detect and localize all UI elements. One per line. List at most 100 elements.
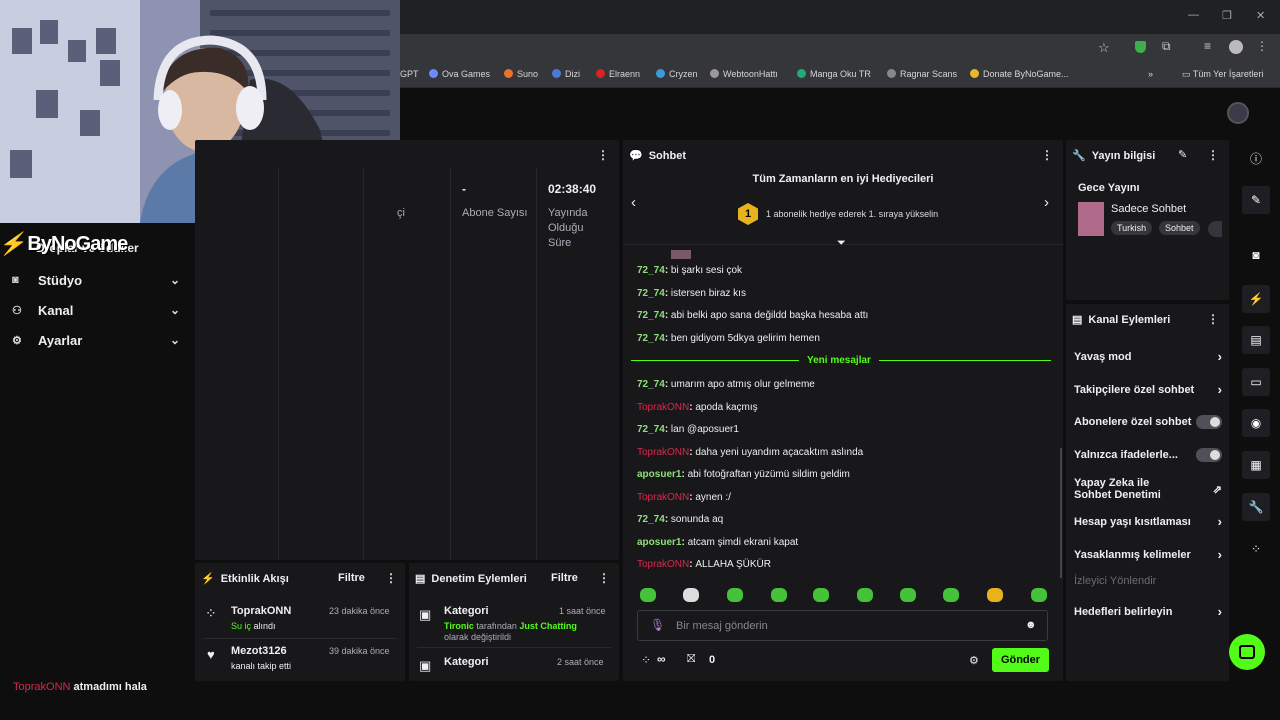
minimize-icon[interactable]: — [1188,9,1199,21]
chat-username[interactable]: ToprakONN [637,492,689,503]
chat-username[interactable]: 72_74 [637,379,665,390]
bookmark-item[interactable]: GPT [400,69,419,79]
broadcast-icon[interactable]: ◉ [1242,409,1270,437]
bookmark-favicon-icon [656,69,665,78]
camera-icon[interactable]: ◙ [1242,241,1270,269]
points-icon[interactable]: ⁘ [641,653,651,667]
bookmark-item[interactable]: Donate ByNoGame... [970,69,1069,79]
points-icon[interactable]: ⁘ [1242,535,1270,563]
emoji-icon[interactable]: ☻ [1025,619,1037,631]
browser-menu-icon[interactable]: ⋮ [1256,39,1268,53]
category-thumbnail[interactable] [1078,202,1104,236]
chat-username[interactable]: aposuer1 [637,537,681,548]
chevron-right-icon: › [1217,382,1222,397]
channel-action-item[interactable]: Yalnızca ifadelerle... [1074,448,1222,462]
emote-button[interactable] [640,588,656,602]
bookmark-item[interactable]: Ragnar Scans [887,69,957,79]
chat-username[interactable]: ToprakONN [637,402,689,413]
tag-chip[interactable]: Turkish [1111,221,1153,235]
close-icon[interactable]: ✕ [1256,9,1265,22]
sidebar-item-ayarlar[interactable]: ⚙ Ayarlar ⌄ [12,330,180,350]
chat-input[interactable]: 🎙 Bir mesaj gönderin ☻ [637,610,1048,641]
restore-icon[interactable]: ❐ [1222,9,1232,22]
emote-button[interactable] [771,588,787,602]
more-icon[interactable]: ⋮ [385,571,397,585]
chat-username[interactable]: 72_74 [637,333,665,344]
edit-icon[interactable]: ✎ [1178,148,1187,161]
more-icon[interactable]: ⋮ [1207,148,1219,162]
channel-action-item[interactable]: Hedefleri belirleyin › [1074,604,1222,619]
emote-button[interactable] [683,588,699,602]
more-icon[interactable]: ⋮ [597,148,609,162]
toggle-switch[interactable] [1196,448,1222,462]
star-icon[interactable]: ☆ [1098,40,1110,56]
microphone-icon[interactable]: 🎙 [650,618,665,632]
chat-username[interactable]: 72_74 [637,424,665,435]
notes-icon[interactable]: ▤ [1242,326,1270,354]
activity-user[interactable]: Mezot3126 [231,645,287,657]
more-icon[interactable]: ⋮ [1207,312,1219,326]
chat-bubble-icon[interactable]: ▭ [1242,368,1270,396]
chevron-right-icon[interactable]: › [1044,194,1049,211]
bookmark-item[interactable]: Elraenn [596,69,640,79]
channel-action-item[interactable]: Hesap yaşı kısıtlaması › [1074,514,1222,529]
chat-username[interactable]: ToprakONN [637,559,689,570]
emote-button[interactable] [900,588,916,602]
emote-button[interactable] [727,588,743,602]
flash-icon[interactable]: ⚡ [1242,285,1270,313]
layout-icon[interactable]: ▦ [1242,451,1270,479]
emote-button[interactable] [857,588,873,602]
info-icon[interactable]: ⓘ [1242,144,1270,172]
activity-user[interactable]: ToprakONN [231,605,291,617]
address-bar[interactable]: ☆ ⧉ ≡ ⋮ [400,34,1280,62]
bookmark-item[interactable]: Ova Games [429,69,490,79]
emote-button[interactable] [813,588,829,602]
emote-button[interactable] [987,588,1003,602]
chat-username[interactable]: aposuer1 [637,469,681,480]
chevron-left-icon[interactable]: ‹ [631,194,636,211]
chat-username[interactable]: 72_74 [637,310,665,321]
scrollbar[interactable] [1060,448,1062,578]
bookmark-item[interactable]: WebtoonHattı [710,69,778,79]
channel-action-item[interactable]: Yasaklanmış kelimeler › [1074,547,1222,562]
edit-icon[interactable]: ✎ [1242,186,1270,214]
mod-actor[interactable]: Tironic [444,621,474,631]
channel-action-item[interactable]: Yavaş mod › [1074,349,1222,364]
channel-action-item[interactable]: Abonelere özel sohbet [1074,415,1222,429]
stream-category[interactable]: Sadece Sohbet [1111,203,1186,215]
emote-button[interactable] [1031,588,1047,602]
more-icon[interactable]: ⋮ [1041,148,1053,162]
media-icon[interactable]: ≡ [1204,39,1211,53]
all-bookmarks-folder[interactable]: ▭ Tüm Yer İşaretleri [1182,69,1263,80]
bookmark-item[interactable]: Cryzen [656,69,698,79]
chat-username[interactable]: ToprakONN [637,447,689,458]
bookmark-item[interactable]: Dizi [552,69,580,79]
toggle-switch[interactable] [1196,415,1222,429]
filter-button[interactable]: Filtre [338,572,365,584]
sidebar-item-kanal[interactable]: ⚇ Kanal ⌄ [12,300,180,320]
send-button[interactable]: Gönder [992,648,1049,672]
help-chat-button[interactable] [1229,634,1265,670]
channel-avatar[interactable] [1227,102,1249,124]
chat-username[interactable]: 72_74 [637,288,665,299]
emote-button[interactable] [943,588,959,602]
shield-extension-icon[interactable] [1135,41,1146,53]
bookmark-item[interactable]: Suno [504,69,538,79]
extensions-icon[interactable]: ⧉ [1162,39,1171,54]
more-icon[interactable]: ⋮ [598,571,610,585]
tag-chip-partial[interactable] [1208,221,1222,237]
chat-settings-icon[interactable]: ⚙ [969,654,979,667]
bookmark-item[interactable]: Manga Oku TR [797,69,871,79]
wrench-icon[interactable]: 🔧 [1242,493,1270,521]
pin-icon[interactable]: ⏷ [837,237,846,250]
chat-username[interactable]: 72_74 [637,514,665,525]
chat-username[interactable]: 72_74 [637,265,665,276]
channel-action-item[interactable]: Takipçilere özel sohbet › [1074,382,1222,397]
profile-avatar[interactable] [1229,40,1243,54]
filter-button[interactable]: Filtre [551,572,578,584]
bookmarks-overflow-button[interactable]: » [1148,69,1153,79]
channel-action-item[interactable]: Yapay Zeka ile Sohbet Denetimi ⇗ [1074,477,1222,501]
gift-icon[interactable]: ⛝ [687,653,695,666]
sidebar-item-studyo[interactable]: ◙ Stüdyo ⌄ [12,270,180,290]
tag-chip[interactable]: Sohbet [1159,221,1200,235]
